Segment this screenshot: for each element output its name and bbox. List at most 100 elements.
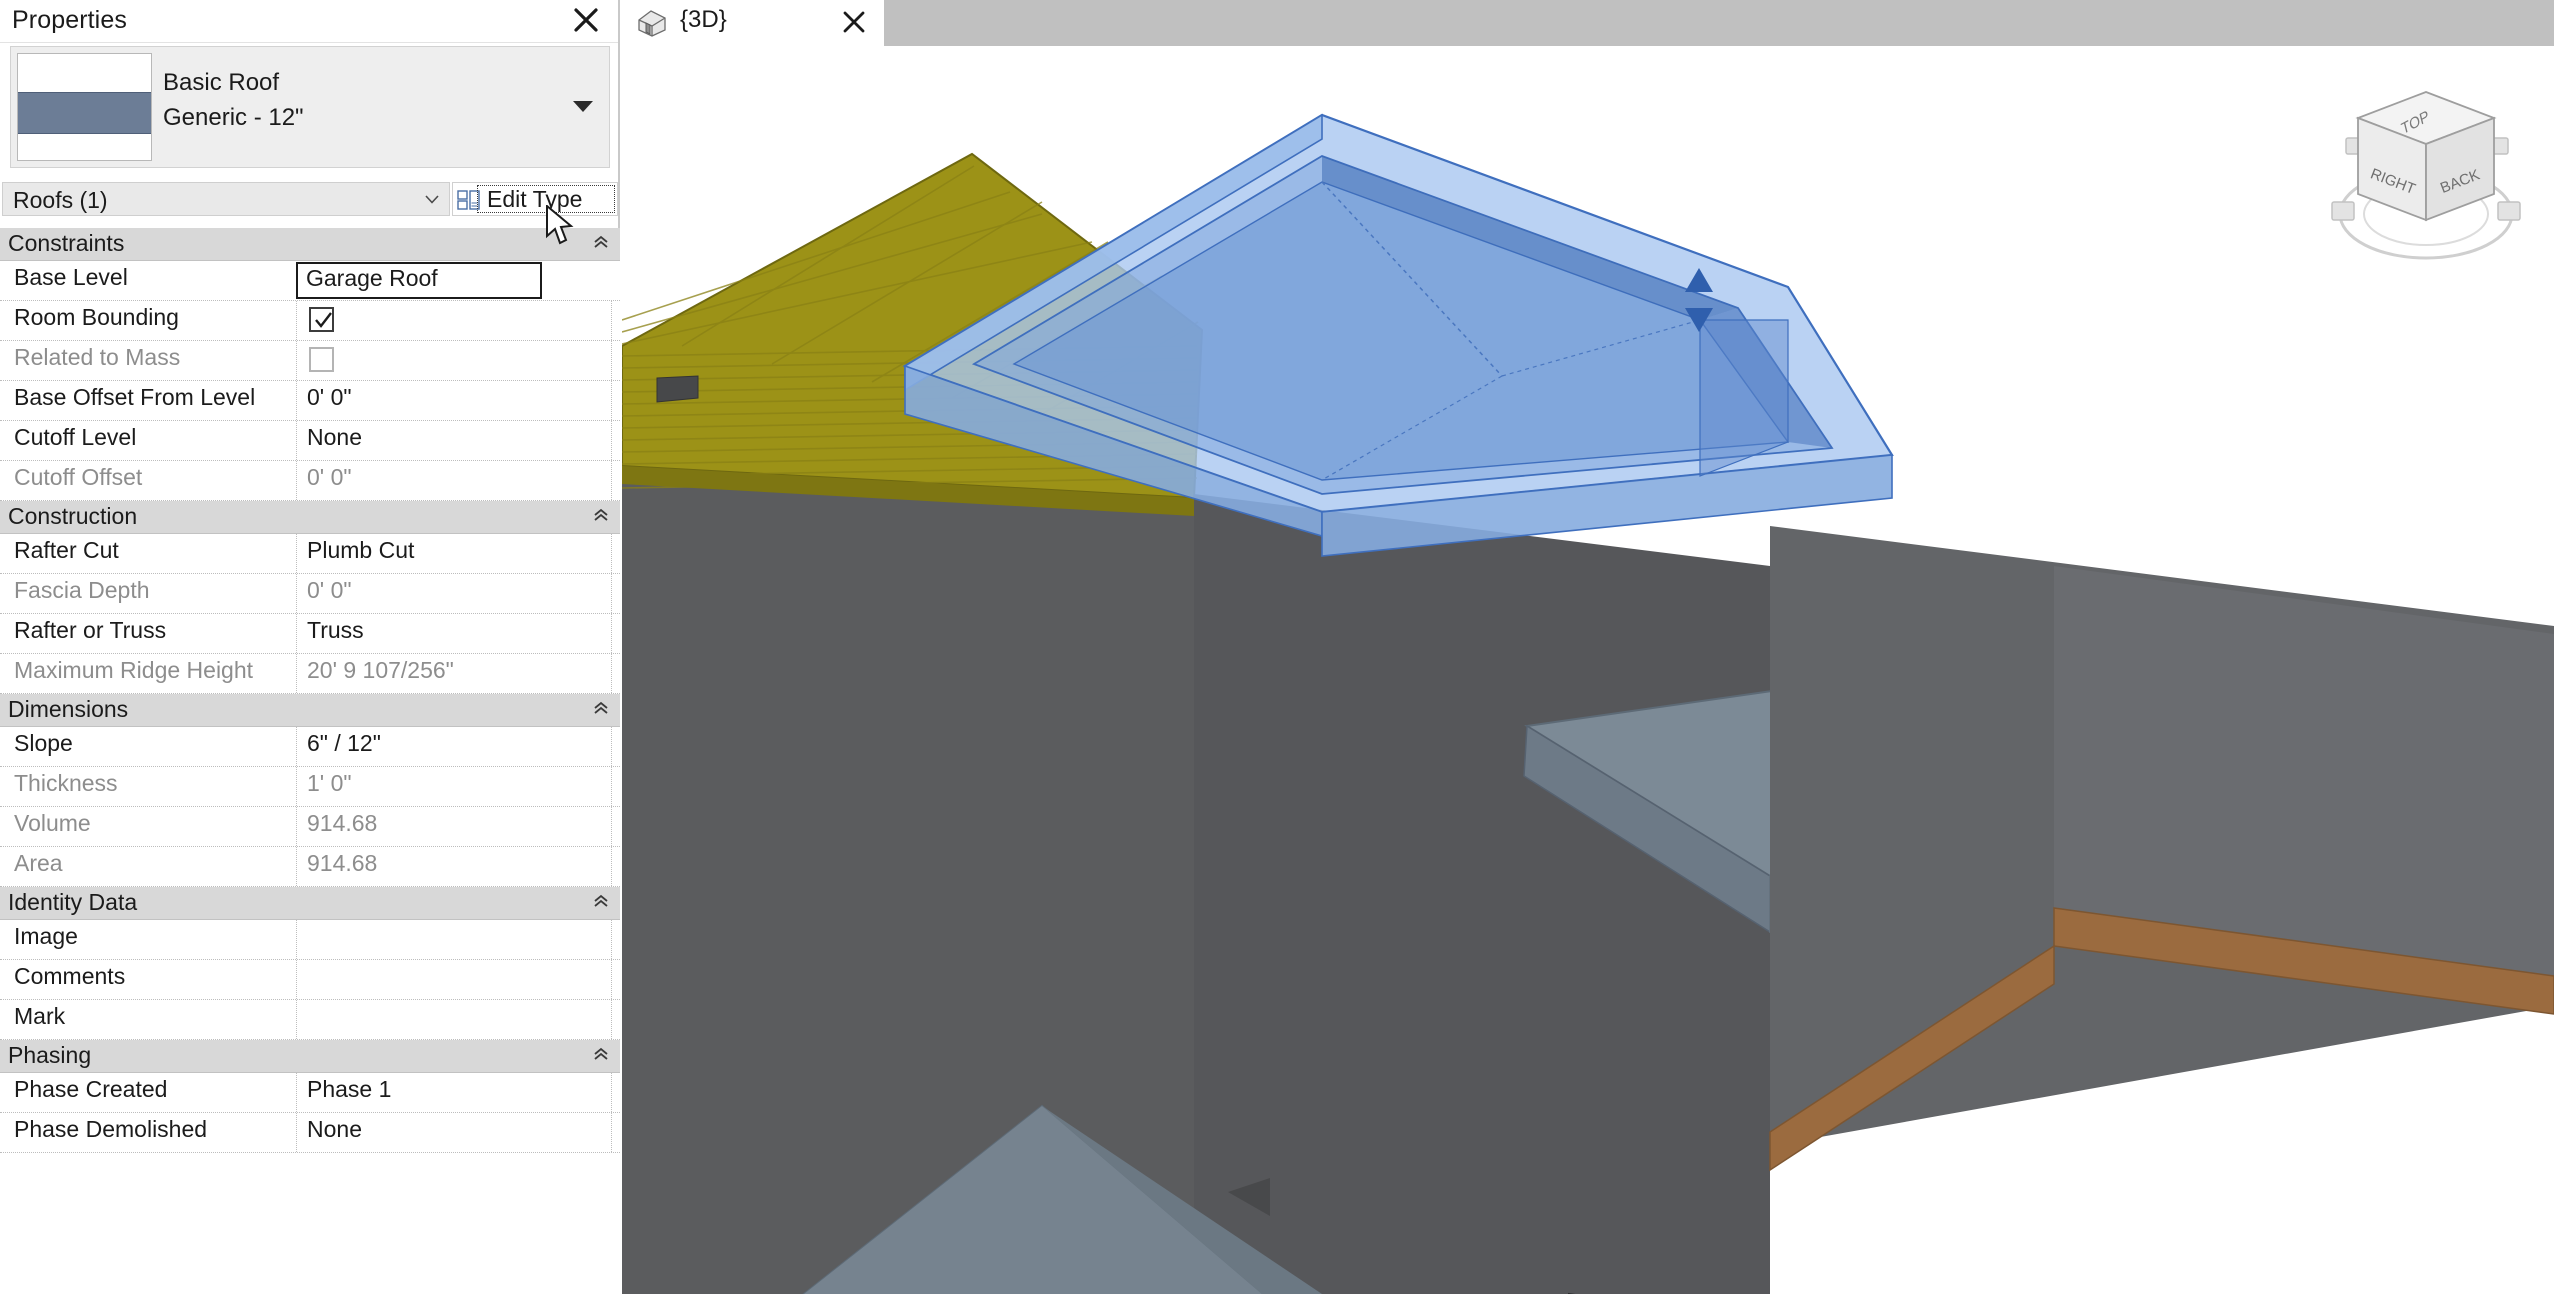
drawing-area: {3D} TOP RIGHT BACK bbox=[622, 0, 2554, 1294]
chevron-down-icon[interactable] bbox=[573, 101, 593, 112]
tab-3d-view[interactable]: {3D} bbox=[622, 0, 884, 46]
property-value-cell: 20' 9 107/256" bbox=[296, 654, 612, 693]
property-value-cell[interactable]: 6" / 12" bbox=[296, 727, 612, 766]
property-value[interactable]: 6" / 12" bbox=[307, 730, 381, 757]
grid-divider bbox=[611, 1000, 612, 1039]
property-name: Slope bbox=[14, 730, 73, 756]
chevron-up-icon[interactable] bbox=[592, 1046, 610, 1064]
property-group-label: Phasing bbox=[8, 1042, 92, 1068]
property-name: Related to Mass bbox=[14, 344, 181, 370]
chevron-up-icon[interactable] bbox=[592, 700, 610, 718]
property-group-header[interactable]: Dimensions bbox=[0, 694, 620, 727]
chevron-up-icon[interactable] bbox=[592, 893, 610, 911]
property-value-cell[interactable]: None bbox=[296, 421, 612, 460]
property-value-cell[interactable]: Garage Roof bbox=[296, 262, 542, 299]
property-group-header[interactable]: Constraints bbox=[0, 228, 620, 261]
property-row: Base Offset From Level 0' 0" bbox=[0, 381, 620, 421]
property-value[interactable]: Garage Roof bbox=[306, 265, 438, 292]
property-name: Volume bbox=[14, 810, 91, 836]
property-group-label: Constraints bbox=[8, 230, 125, 256]
property-row: Volume 914.68 bbox=[0, 807, 620, 847]
property-name: Mark bbox=[14, 1003, 66, 1029]
property-value: 914.68 bbox=[307, 810, 378, 836]
property-row: Room Bounding bbox=[0, 301, 620, 341]
property-value-cell[interactable] bbox=[296, 301, 612, 340]
property-row: Cutoff Offset 0' 0" bbox=[0, 461, 620, 501]
property-value[interactable]: None bbox=[307, 1116, 362, 1143]
property-row: Rafter or Truss Truss bbox=[0, 614, 620, 654]
grid-divider bbox=[611, 614, 612, 653]
category-select-label: Roofs (1) bbox=[13, 187, 108, 213]
property-group-header[interactable]: Identity Data bbox=[0, 887, 620, 920]
property-row: Maximum Ridge Height 20' 9 107/256" bbox=[0, 654, 620, 694]
property-row: Fascia Depth 0' 0" bbox=[0, 574, 620, 614]
property-row: Phase Created Phase 1 bbox=[0, 1073, 620, 1113]
type-selector-labels: Basic Roof Generic - 12" bbox=[163, 65, 304, 135]
check-icon bbox=[315, 312, 332, 328]
property-value-cell[interactable] bbox=[296, 960, 612, 999]
property-row: Rafter Cut Plumb Cut bbox=[0, 534, 620, 574]
grid-divider bbox=[611, 960, 612, 999]
property-value-cell[interactable]: 0' 0" bbox=[296, 381, 612, 420]
grid-divider bbox=[611, 381, 612, 420]
property-group-header[interactable]: Phasing bbox=[0, 1040, 620, 1073]
property-value-cell[interactable] bbox=[296, 1000, 612, 1039]
property-value: 914.68 bbox=[307, 850, 378, 876]
grid-divider bbox=[611, 847, 612, 886]
close-icon[interactable] bbox=[840, 8, 868, 36]
type-selector[interactable]: Basic Roof Generic - 12" bbox=[10, 46, 610, 168]
property-row: Slope 6" / 12" bbox=[0, 727, 620, 767]
model-canvas-3d[interactable]: TOP RIGHT BACK bbox=[622, 46, 2554, 1294]
property-value-cell[interactable]: Plumb Cut bbox=[296, 534, 612, 573]
property-group-label: Identity Data bbox=[8, 889, 138, 915]
property-group-header[interactable]: Construction bbox=[0, 501, 620, 534]
property-row: Comments bbox=[0, 960, 620, 1000]
viewcube[interactable]: TOP RIGHT BACK bbox=[2316, 74, 2536, 284]
property-name: Thickness bbox=[14, 770, 118, 796]
property-name: Image bbox=[14, 923, 78, 949]
grid-divider bbox=[611, 301, 612, 340]
property-value-cell[interactable] bbox=[296, 920, 612, 959]
properties-palette: Properties Basic Roof Generic - 12" Roof… bbox=[0, 0, 620, 1294]
category-select[interactable]: Roofs (1) bbox=[2, 182, 450, 216]
property-value: 1' 0" bbox=[307, 770, 352, 796]
property-row: Related to Mass bbox=[0, 341, 620, 381]
model-geometry bbox=[622, 113, 2554, 1294]
chevron-up-icon[interactable] bbox=[592, 234, 610, 252]
property-name: Fascia Depth bbox=[14, 577, 150, 603]
grid-divider bbox=[611, 654, 612, 693]
grid-divider bbox=[611, 534, 612, 573]
property-name: Room Bounding bbox=[14, 304, 179, 330]
revit-window: Properties Basic Roof Generic - 12" Roof… bbox=[0, 0, 2554, 1294]
property-checkbox[interactable] bbox=[309, 307, 334, 332]
property-row: Image bbox=[0, 920, 620, 960]
type-name-label: Generic - 12" bbox=[163, 104, 304, 131]
property-value[interactable]: None bbox=[307, 424, 362, 451]
property-value-cell[interactable]: Phase 1 bbox=[296, 1073, 612, 1112]
property-value-cell: 914.68 bbox=[296, 807, 612, 846]
property-name: Comments bbox=[14, 963, 126, 989]
property-name: Base Level bbox=[14, 264, 128, 290]
property-row: Base Level Garage Roof bbox=[0, 261, 620, 301]
edit-type-button[interactable]: Edit Type bbox=[452, 182, 618, 216]
edit-type-label: Edit Type bbox=[487, 186, 583, 212]
grid-divider bbox=[611, 920, 612, 959]
property-checkbox bbox=[309, 347, 334, 372]
property-value[interactable]: Phase 1 bbox=[307, 1076, 391, 1103]
close-icon[interactable] bbox=[568, 2, 604, 38]
property-value-cell: 0' 0" bbox=[296, 574, 612, 613]
property-value-cell[interactable]: Truss bbox=[296, 614, 612, 653]
grid-divider bbox=[611, 574, 612, 613]
property-value[interactable]: 0' 0" bbox=[307, 384, 352, 411]
page-title: Properties bbox=[12, 6, 127, 34]
type-preview-swatch bbox=[17, 53, 152, 161]
property-value[interactable]: Plumb Cut bbox=[307, 537, 414, 564]
property-name: Rafter Cut bbox=[14, 537, 119, 563]
property-value-cell[interactable]: None bbox=[296, 1113, 612, 1152]
property-name: Cutoff Offset bbox=[14, 464, 143, 490]
grid-divider bbox=[611, 767, 612, 806]
property-name: Rafter or Truss bbox=[14, 617, 167, 643]
chevron-up-icon[interactable] bbox=[592, 507, 610, 525]
category-row: Roofs (1) Edit Type bbox=[0, 182, 620, 218]
property-value[interactable]: Truss bbox=[307, 617, 364, 644]
